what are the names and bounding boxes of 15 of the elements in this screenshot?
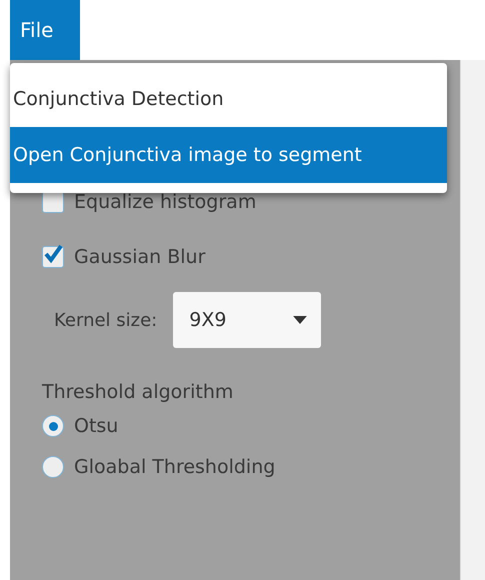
radio-button[interactable] (42, 415, 64, 437)
radio-label: Otsu (74, 415, 118, 437)
field-label: Kernel size: (54, 310, 158, 330)
checkbox[interactable] (42, 191, 64, 213)
menu-item[interactable]: Open Conjunctiva image to segment (10, 127, 447, 183)
section-label: Threshold algorithm (42, 380, 234, 405)
radio-button[interactable] (42, 456, 64, 478)
menu-item[interactable]: Conjunctiva Detection (10, 71, 447, 127)
checkbox-label: Equalize histogram (74, 191, 256, 213)
radio-label: Gloabal Thresholding (74, 456, 276, 478)
menu-item[interactable]: File (10, 0, 80, 60)
kernel-size-dropdown[interactable]: 9X9 (173, 292, 322, 348)
caret-icon (293, 316, 308, 324)
checkbox[interactable] (42, 246, 64, 268)
checkbox-label: Gaussian Blur (74, 246, 206, 268)
